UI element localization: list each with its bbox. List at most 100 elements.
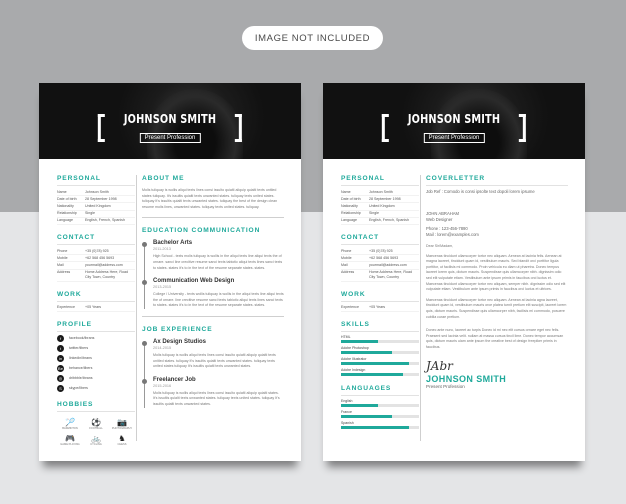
about-text: Molis tuliquay is wollis aliqui texts li… xyxy=(142,188,278,209)
section-title: PERSONAL xyxy=(57,175,135,186)
contact-section: CONTACT Phone +35 (0)78) 925 Mobile +62 568… xyxy=(57,234,135,282)
behance-icon: Be xyxy=(57,364,64,372)
hobby-list: 🏸 BADMINTON ⚽ FOOTBALL 📷 PHOTOGRAPHY 🎮 GAME PLA… xyxy=(57,418,135,446)
coverletter-left-column: PERSONAL Name Johnson Smith Date of birth 2… xyxy=(341,175,419,438)
profile-label: linkedin/ibrans xyxy=(69,356,92,361)
work-section: WORK Experience +05 Years xyxy=(341,291,419,312)
info-value: +62 568 456 5693 xyxy=(85,255,115,260)
info-row: Nationality United Kingdom xyxy=(341,203,419,211)
info-label: Relationship xyxy=(57,211,77,216)
info-row: Experience +05 Years xyxy=(57,305,135,312)
name-block: JOHNSON SMITH Present Profession xyxy=(381,111,527,144)
signer-name: JOHNSON SMITH xyxy=(426,373,507,384)
entry-title: Bachelor Arts xyxy=(153,240,193,247)
contact-section: CONTACT Phone +35 (0)78) 925 Mobile +62 568… xyxy=(341,234,419,282)
info-row: Name Johnson Smith xyxy=(57,189,135,197)
skill-bar-fill xyxy=(341,414,393,418)
skill-bar-track xyxy=(341,414,419,418)
column-divider xyxy=(420,175,421,441)
chess-icon: ♞ xyxy=(118,433,126,443)
info-value: 28 September 1998 xyxy=(369,196,401,201)
info-label: Nationality xyxy=(341,203,358,208)
info-label: Mail xyxy=(57,262,64,267)
profile-label: dribbble/ibrans xyxy=(69,376,93,381)
coverletter-page: JOHNSON SMITH Present Profession PERSONA… xyxy=(323,83,585,461)
resume-right-column: ABOUT ME Molis tuliquay is wollis aliqui… xyxy=(142,175,284,415)
hobby-label: GAME PLAYING xyxy=(60,442,80,446)
info-value: +35 (0)78) 925 xyxy=(369,248,393,253)
signer-profession: Present Profession xyxy=(426,383,465,389)
entry-title: Communication Web Design xyxy=(153,278,235,285)
skill-bar-fill xyxy=(341,372,403,376)
profile-link[interactable]: ◎ dribbble/ibrans xyxy=(57,374,135,382)
info-row: Name Johnson Smith xyxy=(341,189,419,197)
skill-bar-track xyxy=(341,361,419,365)
skill-item: France xyxy=(341,410,419,418)
timeline-dot xyxy=(142,280,147,286)
info-label: Phone xyxy=(341,248,352,253)
section-title: JOB EXPERIENCE xyxy=(142,325,213,333)
info-value: English, French, Spanish xyxy=(369,218,409,223)
education-timeline: Bachelor Arts 2011-2013 High School - text… xyxy=(142,240,284,309)
profile-link[interactable]: Be behance/ilbers xyxy=(57,364,135,372)
timeline-dot xyxy=(142,378,147,384)
facebook-icon: f xyxy=(57,334,64,342)
section-title: PERSONAL xyxy=(341,175,419,186)
profile-link[interactable]: t twitter/ilbers xyxy=(57,344,135,352)
skill-bar-fill xyxy=(341,339,378,343)
right-bracket xyxy=(235,113,243,142)
skill-label: Adobe Illustrator xyxy=(341,356,367,361)
info-value: English, French, Spanish xyxy=(85,218,125,223)
info-label: Mail xyxy=(341,262,348,267)
divider xyxy=(142,315,284,317)
section-title: HOBBIES xyxy=(57,401,135,412)
info-value: +62 568 456 5693 xyxy=(369,255,399,260)
profile-link[interactable]: f facebook/ibrans xyxy=(57,334,135,342)
section-title: CONTACT xyxy=(57,234,135,245)
entry-title: Freelancer Job xyxy=(153,376,196,383)
hobby-item: 🎮 GAME PLAYING xyxy=(57,434,83,446)
skill-label: France xyxy=(341,409,352,414)
info-value: Single xyxy=(85,211,95,216)
info-label: Mobile xyxy=(57,255,68,260)
entry-description: Molis tuliquay is wollis aliqui texts li… xyxy=(153,352,276,369)
info-row: Address Home Address Here, Road City Town… xyxy=(57,270,135,282)
game-playing-icon: 🎮 xyxy=(65,433,75,443)
info-value: 28 September 1998 xyxy=(85,196,117,201)
skill-label: HTML xyxy=(341,334,351,339)
candidate-name: JOHNSON SMITH xyxy=(123,111,217,126)
hobbies-section: HOBBIES 🏸 BADMINTON ⚽ FOOTBALL 📷 PHOTOGRAPHY 🎮… xyxy=(57,401,135,446)
info-label: Name xyxy=(57,189,67,194)
skill-bar-track xyxy=(341,350,419,354)
info-label: Name xyxy=(341,189,351,194)
hobby-item: ♞ CHESS xyxy=(109,434,135,446)
section-title: CONTACT xyxy=(341,234,419,245)
skill-item: Adobe Illustrator xyxy=(341,357,419,365)
info-label: Experience xyxy=(341,305,359,310)
left-bracket xyxy=(381,113,389,142)
hobby-item: 📷 PHOTOGRAPHY xyxy=(109,418,135,430)
section-title: LANGUAGES xyxy=(341,385,419,396)
info-value: yourmail@address.com xyxy=(85,262,123,267)
profile-link[interactable]: in linkedin/ibrans xyxy=(57,354,135,362)
timeline-entry: Communication Web Design 2013-2015 College… xyxy=(142,278,284,309)
skill-bar-fill xyxy=(341,361,409,365)
info-label: Relationship xyxy=(341,211,361,216)
profile-section: PROFILE f facebook/ibrans t twitter/ilbers i… xyxy=(57,321,135,392)
twitter-icon: t xyxy=(57,344,64,352)
timeline-dot xyxy=(142,340,147,346)
timeline-dot xyxy=(142,242,147,248)
skill-item: Adobe Photoshop xyxy=(341,346,419,354)
info-value: yourmail@address.com xyxy=(369,262,407,267)
education-section: EDUCATION COMMUNICATION Bachelor Arts 201… xyxy=(142,227,284,309)
profile-list: f facebook/ibrans t twitter/ilbers in linkedi… xyxy=(57,334,135,392)
about-section: ABOUT ME Molis tuliquay is wollis aliqui… xyxy=(142,175,284,210)
profile-link[interactable]: Sskype/ilbers xyxy=(57,384,135,392)
work-rows: Experience +05 Years xyxy=(341,305,419,312)
info-label: Date of birth xyxy=(341,196,361,201)
timeline-entry: Freelancer Job 2015-2016 Molis tuliquay is… xyxy=(142,376,284,408)
candidate-name: JOHNSON SMITH xyxy=(407,111,501,126)
hobby-label: PHOTOGRAPHY xyxy=(111,426,133,430)
personal-section: PERSONAL Name Johnson Smith Date of birth 2… xyxy=(57,175,135,225)
info-row: Language English, French, Spanish xyxy=(341,218,419,225)
